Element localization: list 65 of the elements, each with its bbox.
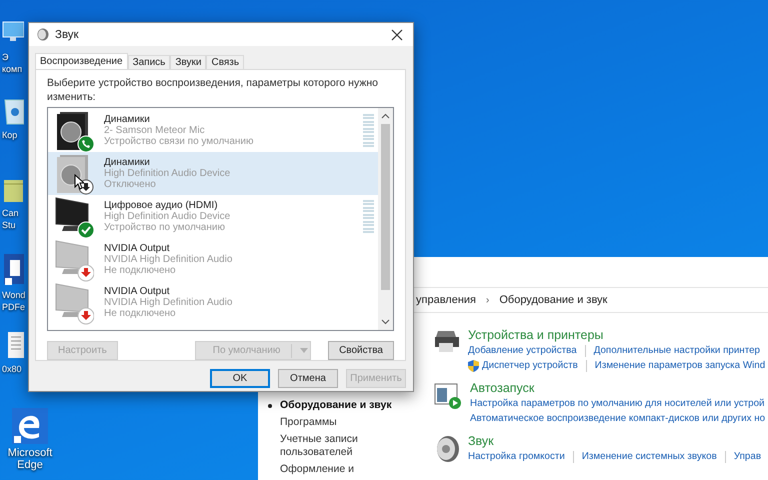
device-detail: High Definition Audio Device — [104, 168, 232, 179]
instruction-text: Выберите устройство воспроизведения, параметры которого нужно изменить: — [47, 76, 380, 104]
cursor-icon — [74, 174, 84, 190]
device-status: Устройство по умолчанию — [104, 222, 226, 233]
speaker-icon — [434, 435, 460, 463]
tab[interactable]: Запись — [128, 55, 170, 69]
sidebar-item[interactable]: Оборудование и звук — [280, 399, 392, 412]
desktop-icon-label[interactable]: Microsoft Edge — [8, 447, 52, 471]
link[interactable]: Настройка громкости — [468, 450, 565, 464]
shield-icon — [468, 360, 479, 372]
autoplay-icon — [434, 382, 462, 410]
device-name: Динамики — [104, 114, 151, 125]
link[interactable]: Диспетчер устройств — [468, 359, 578, 373]
desktop-icon-label[interactable]: Э комп — [2, 51, 22, 75]
caret-icon — [300, 348, 308, 354]
breadcrumb-item[interactable]: Оборудование и звук — [499, 294, 608, 306]
link[interactable]: Изменение системных звуков — [582, 450, 717, 464]
printer-icon — [434, 329, 460, 353]
device-detail: NVIDIA High Definition Audio — [104, 254, 234, 265]
device-row[interactable]: NVIDIA Output NVIDIA High Definition Audio Не подключено — [48, 238, 378, 281]
link[interactable]: Изменение параметров запуска Wind — [594, 359, 766, 373]
device-name: Цифровое аудио (HDMI) — [104, 200, 219, 211]
desktop-icon-label[interactable]: Wond PDFe — [2, 289, 26, 313]
device-detail: High Definition Audio Device — [104, 211, 232, 222]
tab[interactable]: Связь — [206, 55, 244, 69]
scrollbar[interactable] — [378, 108, 393, 330]
desktop-icon-label[interactable]: Кор — [2, 129, 18, 141]
link[interactable]: Добавление устройства — [468, 344, 577, 358]
sidebar-item[interactable]: Учетные записи пользователей — [280, 433, 380, 459]
button[interactable]: OK — [210, 369, 270, 388]
device-name: NVIDIA Output — [104, 286, 171, 297]
device-row[interactable]: NVIDIA Output NVIDIA High Definition Audio Не подключено — [48, 281, 378, 324]
bullet-icon — [268, 404, 272, 408]
button[interactable]: Отмена — [278, 369, 338, 388]
device-status: Устройство связи по умолчанию — [104, 136, 255, 147]
window-title: Звук — [55, 28, 80, 40]
link[interactable]: Настройка параметров по умолчанию для носителей или устрой — [470, 397, 764, 411]
breadcrumb-item[interactable]: управления — [416, 294, 476, 306]
device-status: Не подключено — [104, 265, 177, 276]
device-row[interactable]: Цифровое аудио (HDMI) High Definition Audio Device Устройство по умолчанию — [48, 195, 378, 238]
link[interactable]: Дополнительные настройки принтер — [594, 344, 760, 358]
link[interactable]: Автоматическое воспроизведение компакт-дисков или других но — [470, 412, 766, 426]
device-status: Не подключено — [104, 308, 177, 319]
button[interactable]: Свойства — [328, 341, 394, 360]
desktop-icon-label[interactable]: 0x80 — [2, 363, 22, 375]
link[interactable]: Управ — [734, 450, 762, 464]
device-name: NVIDIA Output — [104, 243, 171, 254]
category-title[interactable]: Автозапуск — [470, 380, 766, 396]
sidebar-item[interactable]: Оформление и — [280, 463, 354, 476]
desktop-icon-label[interactable]: Can Stu — [2, 207, 19, 231]
sidebar-item[interactable]: Программы — [280, 416, 337, 429]
app-icon — [2, 252, 24, 286]
category-title[interactable]: Звук — [468, 433, 762, 449]
device-status: Отключено — [104, 179, 157, 190]
category-title[interactable]: Устройства и принтеры — [468, 327, 766, 343]
breadcrumb-separator: › — [486, 294, 490, 306]
device-detail: NVIDIA High Definition Audio — [104, 297, 234, 308]
tab[interactable]: Звуки — [170, 55, 206, 69]
device-row[interactable]: Динамики High Definition Audio Device Отключено — [48, 152, 378, 195]
device-name: Динамики — [104, 157, 151, 168]
tab[interactable]: Воспроизведение — [35, 53, 128, 69]
device-detail: 2- Samson Meteor Mic — [104, 125, 206, 136]
edge-icon — [12, 408, 48, 444]
close-icon[interactable] — [389, 26, 405, 42]
speaker-icon — [37, 28, 49, 41]
